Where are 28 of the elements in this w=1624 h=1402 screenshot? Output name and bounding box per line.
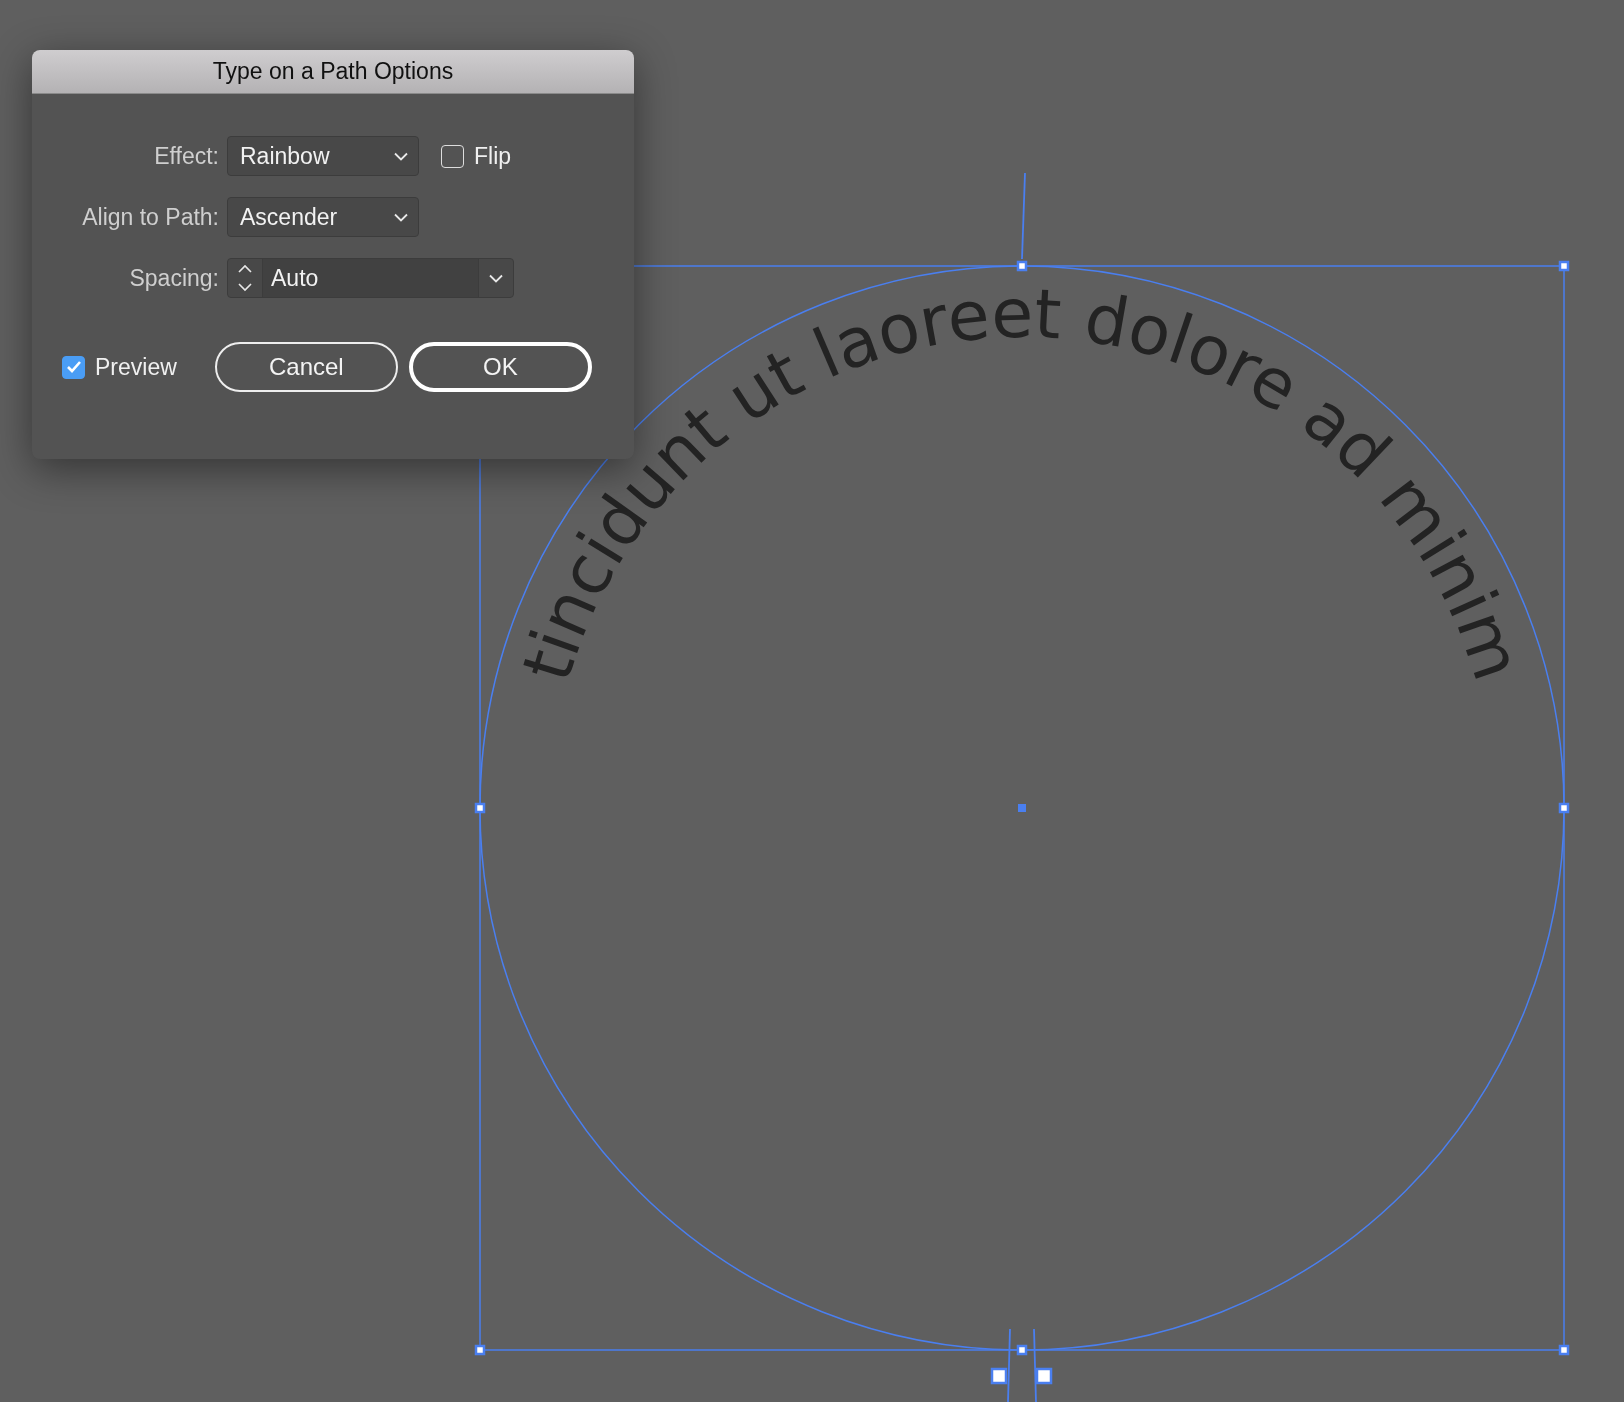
align-dropdown[interactable]: Ascender <box>227 197 419 237</box>
selection-handle[interactable] <box>1558 260 1570 272</box>
selection-handle[interactable] <box>1558 1344 1570 1356</box>
stepper-icon[interactable] <box>237 263 253 293</box>
ok-button[interactable]: OK <box>408 342 592 392</box>
preview-checkbox[interactable]: Preview <box>62 353 177 381</box>
field-label: Effect: <box>154 142 219 170</box>
selection-handle[interactable] <box>1016 260 1028 272</box>
chevron-down-icon <box>489 273 503 283</box>
dialog-title: Type on a Path Options <box>32 50 634 94</box>
selection-handle[interactable] <box>1558 802 1570 814</box>
selection-handle[interactable] <box>474 802 486 814</box>
selection-handle[interactable] <box>1035 1367 1053 1385</box>
selection-handle[interactable] <box>1016 1344 1028 1356</box>
field-label: Spacing: <box>129 264 219 292</box>
chevron-down-icon <box>394 151 408 161</box>
spacing-combo-field[interactable]: Auto <box>227 258 514 298</box>
cancel-button[interactable]: Cancel <box>214 342 398 392</box>
chevron-down-icon <box>394 212 408 222</box>
path-start-marker[interactable] <box>1021 172 1026 260</box>
effect-dropdown[interactable]: Rainbow <box>227 136 419 176</box>
path-end-marker[interactable] <box>1007 1328 1037 1402</box>
selection-handle[interactable] <box>990 1367 1008 1385</box>
selection-handle[interactable] <box>474 1344 486 1356</box>
center-point <box>1018 804 1026 812</box>
checkmark-icon <box>65 360 82 374</box>
flip-checkbox[interactable]: Flip <box>441 142 512 170</box>
field-label: Align to Path: <box>82 203 219 231</box>
